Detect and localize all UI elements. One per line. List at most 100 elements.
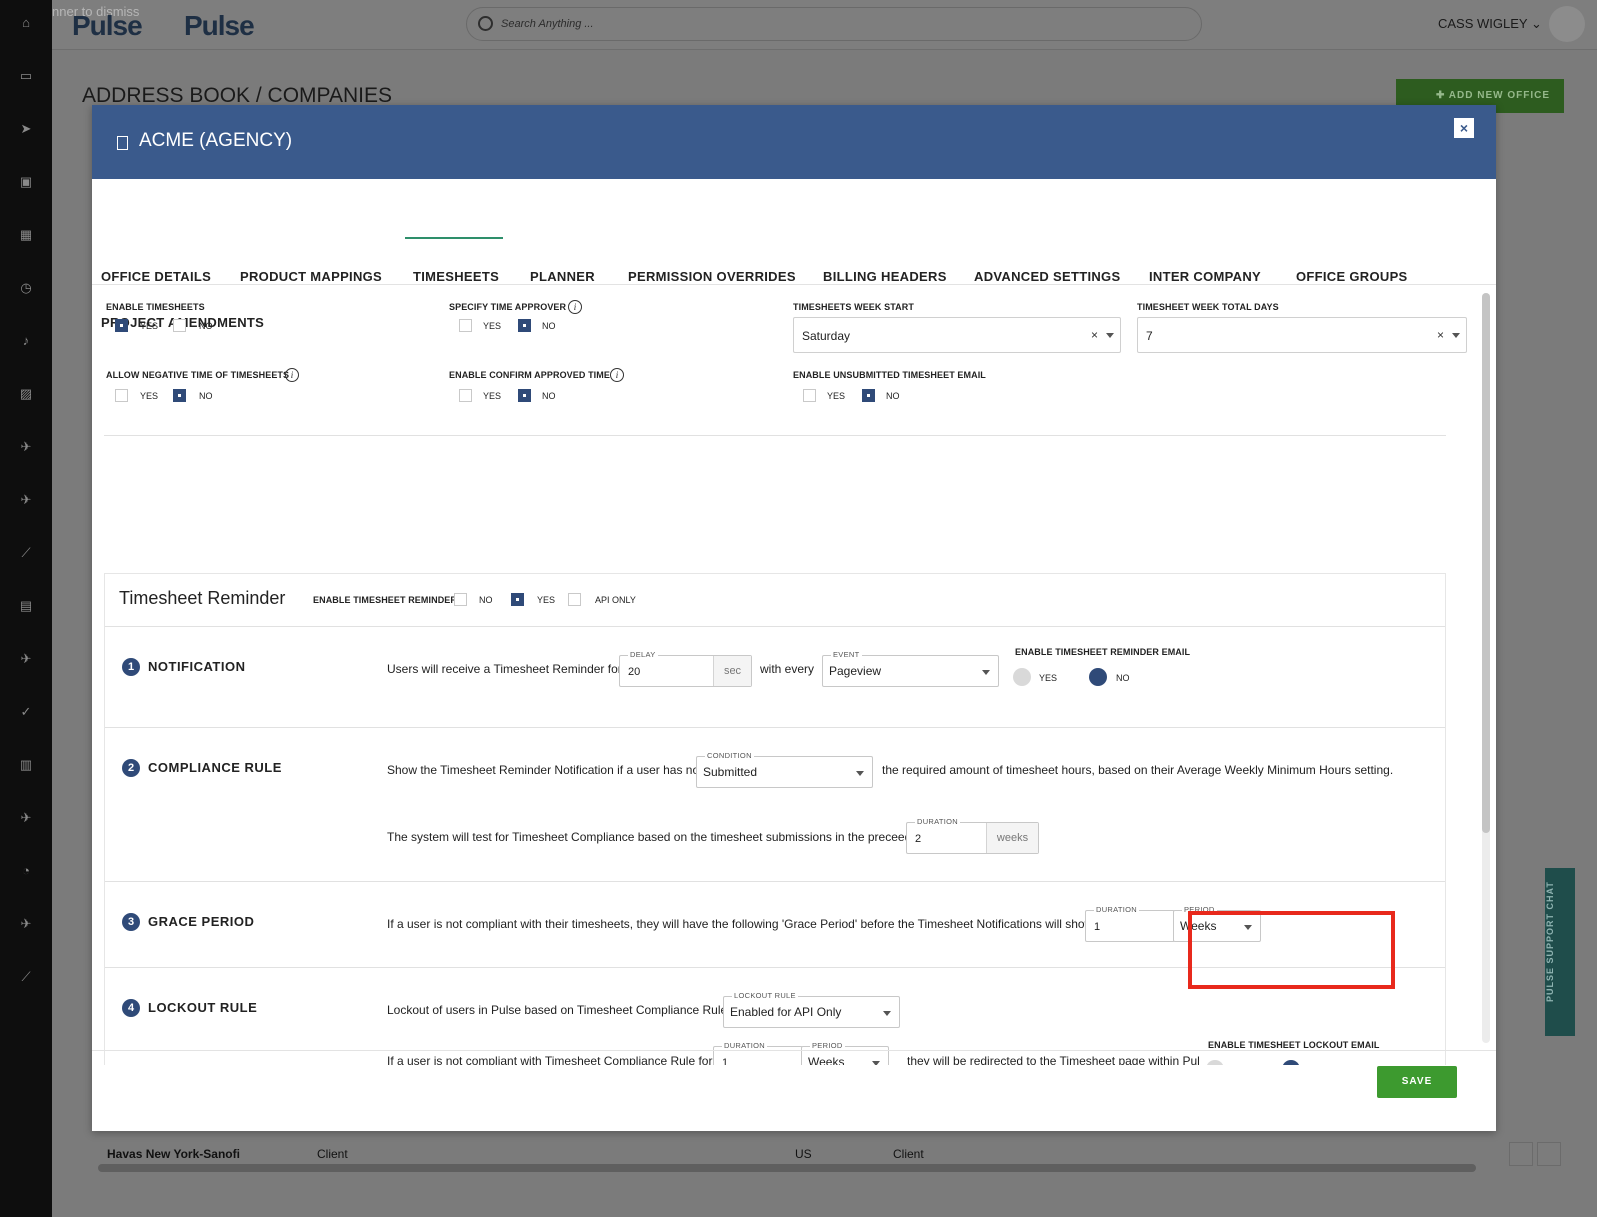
negative-no-checkbox[interactable] xyxy=(173,389,186,402)
week-total-days-select[interactable]: 7 × xyxy=(1137,317,1467,353)
info-icon[interactable]: i xyxy=(568,300,582,314)
inbox-icon[interactable]: ▭ xyxy=(17,67,35,85)
tab-inter-company[interactable]: INTER COMPANY xyxy=(1149,269,1261,284)
caret-down-icon xyxy=(1106,333,1114,338)
confirm-no-checkbox[interactable] xyxy=(518,389,531,402)
global-search[interactable]: Search Anything ... xyxy=(466,7,1202,41)
week-start-label: TIMESHEETS WEEK START xyxy=(793,302,914,312)
tab-planner[interactable]: PLANNER xyxy=(530,269,595,284)
yes-label: YES xyxy=(483,321,502,331)
condition-value: Submitted xyxy=(703,765,758,779)
document-icon[interactable]: ▤ xyxy=(17,597,35,615)
tab-product-mappings[interactable]: PRODUCT MAPPINGS xyxy=(240,269,382,284)
no-label: NO xyxy=(1116,673,1130,683)
send-icon[interactable]: ➤ xyxy=(17,120,35,138)
tab-permission-overrides[interactable]: PERMISSION OVERRIDES xyxy=(628,269,796,284)
lockout-rule-select[interactable]: LOCKOUT RULE Enabled for API Only xyxy=(723,991,900,1028)
bell-icon[interactable]: ♪ xyxy=(17,332,35,350)
enable-timesheets-yes-checkbox[interactable] xyxy=(115,319,128,332)
week-total-days-value: 7 xyxy=(1146,329,1153,343)
chart-icon[interactable]: ⟋ xyxy=(17,544,35,562)
reminder-api-only-checkbox[interactable] xyxy=(568,593,581,606)
negative-yes-checkbox[interactable] xyxy=(115,389,128,402)
yes-label: YES xyxy=(537,595,556,605)
chevron-down-icon: ⌄ xyxy=(1530,16,1542,31)
tab-office-groups[interactable]: OFFICE GROUPS xyxy=(1296,269,1408,284)
close-button[interactable]: × xyxy=(1454,118,1474,138)
app-sidebar: ⌂ ▭ ➤ ▣ ▦ ◷ ♪ ▨ ✈ ✈ ⟋ ▤ ✈ ✓ ▥ ✈ ◔ ✈ ⟋ xyxy=(0,0,52,1217)
timesheet-reminder-card: Timesheet Reminder ENABLE TIMESHEET REMI… xyxy=(104,573,1446,1065)
modal-header: ACME (AGENCY) × xyxy=(92,105,1496,179)
timesheets-content: ENABLE TIMESHEETS YES NO SPECIFY TIME AP… xyxy=(92,285,1496,1065)
clear-icon[interactable]: × xyxy=(1091,328,1098,342)
edit-icon[interactable] xyxy=(1509,1142,1533,1166)
approver-yes-checkbox[interactable] xyxy=(459,319,472,332)
condition-legend: CONDITION xyxy=(705,751,754,760)
unsubmitted-yes-checkbox[interactable] xyxy=(803,389,816,402)
step-number: 4 xyxy=(122,999,140,1017)
delay-input[interactable]: DELAY 20 sec xyxy=(619,650,752,687)
grace-text: If a user is not compliant with their ti… xyxy=(387,917,1097,931)
rocket-icon[interactable]: ✈ xyxy=(17,438,35,456)
book-icon[interactable]: ▥ xyxy=(17,756,35,774)
tab-billing-headers[interactable]: BILLING HEADERS xyxy=(823,269,947,284)
reminder-email-label: ENABLE TIMESHEET REMINDER EMAIL xyxy=(1015,647,1191,657)
chart-icon[interactable]: ⟋ xyxy=(17,968,35,986)
caret-down-icon xyxy=(1452,333,1460,338)
rocket-icon[interactable]: ✈ xyxy=(17,915,35,933)
trash-icon[interactable] xyxy=(1537,1142,1561,1166)
rocket-icon[interactable]: ✈ xyxy=(17,650,35,668)
enable-timesheets-label: ENABLE TIMESHEETS xyxy=(106,302,205,312)
divider xyxy=(104,435,1446,436)
horizontal-scrollbar[interactable] xyxy=(98,1164,1476,1172)
modal-footer: SAVE xyxy=(92,1050,1496,1131)
no-label: NO xyxy=(479,595,493,605)
yes-label: YES xyxy=(140,321,159,331)
enable-timesheets-no-checkbox[interactable] xyxy=(173,319,186,332)
pie-chart-icon[interactable]: ◔ xyxy=(17,862,35,880)
reminder-email-no-radio[interactable] xyxy=(1089,668,1107,686)
calendar-icon[interactable]: ▣ xyxy=(17,173,35,191)
rocket-icon[interactable]: ✈ xyxy=(17,491,35,509)
user-menu[interactable]: CASS WIGLEY ⌄ xyxy=(1438,16,1542,32)
calendar-grid-icon[interactable]: ▦ xyxy=(17,226,35,244)
event-legend: EVENT xyxy=(831,650,862,659)
rocket-icon[interactable]: ✈ xyxy=(17,809,35,827)
check-icon[interactable]: ✓ xyxy=(17,703,35,721)
week-start-select[interactable]: Saturday × xyxy=(793,317,1121,353)
week-start-value: Saturday xyxy=(802,329,851,343)
unsubmitted-email-label: ENABLE UNSUBMITTED TIMESHEET EMAIL xyxy=(793,370,986,380)
event-select[interactable]: EVENT Pageview xyxy=(822,650,999,687)
reminder-email-yes-radio[interactable] xyxy=(1013,668,1031,686)
support-chat-tab[interactable]: PULSE SUPPORT CHAT xyxy=(1545,868,1575,1036)
unsubmitted-no-checkbox[interactable] xyxy=(862,389,875,402)
vertical-scrollbar[interactable] xyxy=(1482,293,1490,1043)
tab-office-details[interactable]: OFFICE DETAILS xyxy=(101,269,211,284)
condition-select[interactable]: CONDITION Submitted xyxy=(696,751,873,788)
tab-advanced-settings[interactable]: ADVANCED SETTINGS xyxy=(974,269,1120,284)
grace-duration-input[interactable]: DURATION 1 xyxy=(1085,905,1175,942)
info-icon[interactable]: i xyxy=(610,368,624,382)
reminder-title: Timesheet Reminder xyxy=(119,588,286,608)
reminder-no-checkbox[interactable] xyxy=(454,593,467,606)
image-icon[interactable]: ▨ xyxy=(17,385,35,403)
home-icon[interactable]: ⌂ xyxy=(17,14,35,32)
clear-icon[interactable]: × xyxy=(1437,328,1444,342)
no-label: NO xyxy=(199,321,213,331)
row-country: US xyxy=(795,1147,812,1161)
allow-negative-label: ALLOW NEGATIVE TIME OF TIMESHEETS xyxy=(106,370,290,380)
yes-label: YES xyxy=(1039,673,1058,683)
clock-icon[interactable]: ◷ xyxy=(17,279,35,297)
no-label: NO xyxy=(199,391,213,401)
reminder-yes-checkbox[interactable] xyxy=(511,593,524,606)
info-icon[interactable]: i xyxy=(285,368,299,382)
search-icon xyxy=(478,16,493,31)
confirm-yes-checkbox[interactable] xyxy=(459,389,472,402)
yes-label: YES xyxy=(827,391,846,401)
save-button[interactable]: SAVE xyxy=(1377,1066,1457,1098)
tab-timesheets[interactable]: TIMESHEETS xyxy=(413,269,499,284)
compliance-duration-input[interactable]: DURATION 2 weeks xyxy=(906,817,1039,854)
scrollbar-thumb[interactable] xyxy=(1482,293,1490,833)
avatar[interactable] xyxy=(1549,6,1585,42)
approver-no-checkbox[interactable] xyxy=(518,319,531,332)
